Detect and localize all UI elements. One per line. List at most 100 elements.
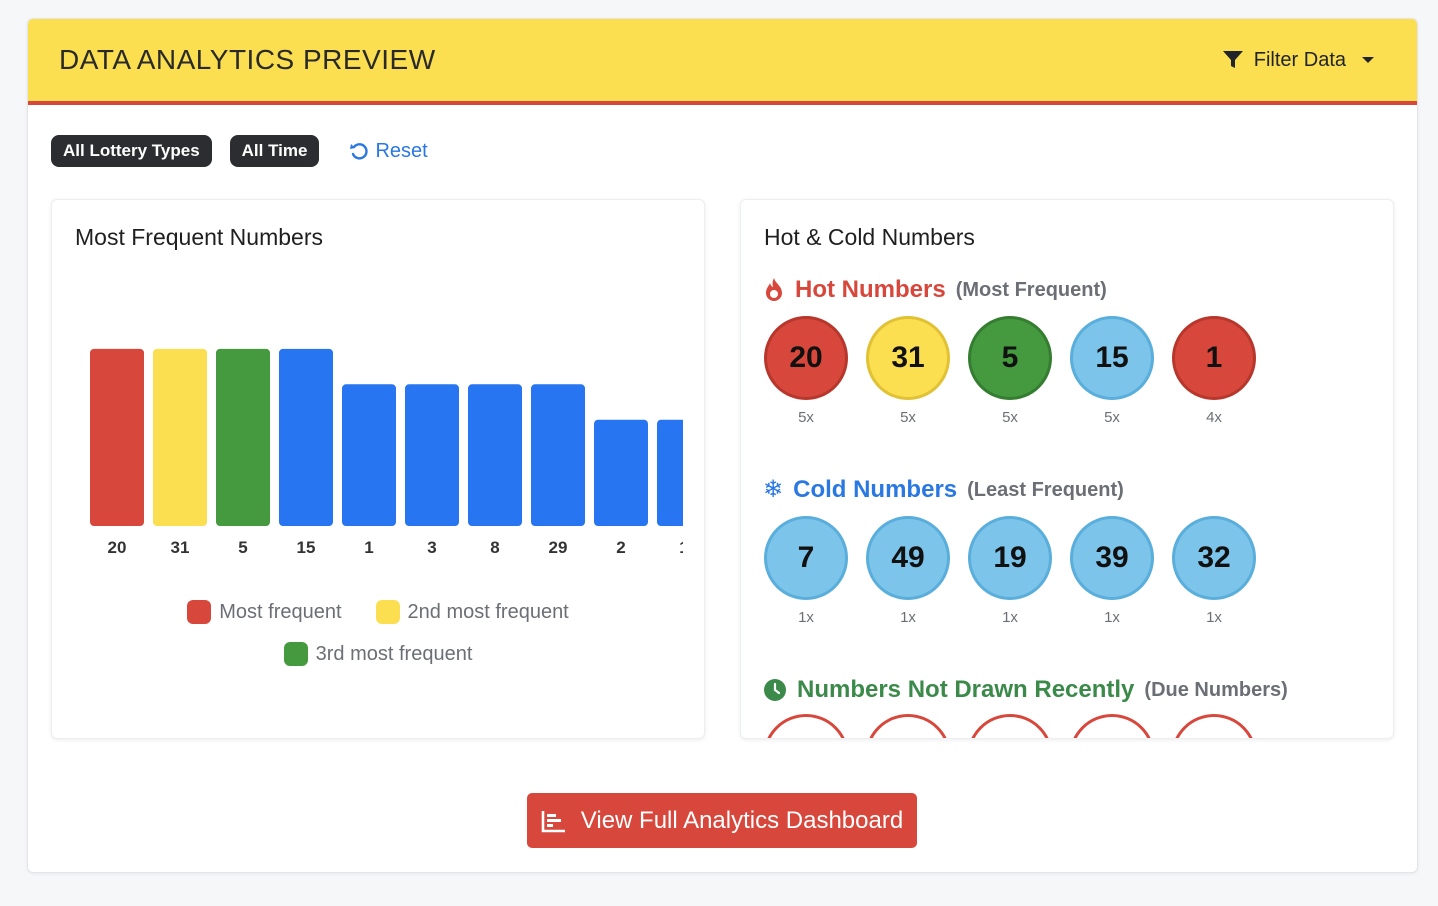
due-numbers-sub: (Due Numbers): [1144, 678, 1288, 701]
reset-icon: [350, 143, 369, 160]
hot-ball-item: 5 5x: [967, 316, 1053, 426]
reset-link[interactable]: Reset: [349, 139, 428, 163]
ball-count: 1x: [798, 609, 814, 626]
fire-icon: [766, 278, 782, 301]
bar-chart: 20 31 5 15 1 3 8 29 2 1: [90, 348, 683, 557]
bar-31: [153, 348, 207, 526]
hot-cold-title: Hot & Cold Numbers: [764, 224, 975, 250]
number-ball: 39: [1070, 516, 1154, 600]
funnel-icon: [1222, 51, 1243, 68]
ball-count: 5x: [798, 409, 814, 426]
number-ball: 1: [1172, 316, 1256, 400]
bar-label: 15: [297, 538, 316, 557]
due-ball: [1171, 714, 1257, 738]
ball-count: 5x: [900, 409, 916, 426]
bar-label: 31: [171, 538, 190, 557]
ball-count: 1x: [1002, 609, 1018, 626]
analytics-card: DATA ANALYTICS PREVIEW Filter Data All L…: [27, 18, 1418, 873]
card-header: DATA ANALYTICS PREVIEW Filter Data: [28, 19, 1417, 105]
bar-label: 8: [490, 538, 499, 557]
cold-numbers-sub: (Least Frequent): [967, 478, 1124, 501]
hot-numbers-sub: (Most Frequent): [955, 278, 1107, 301]
cold-numbers-label: Cold Numbers: [793, 476, 958, 503]
bar-label: 5: [238, 538, 247, 557]
frequent-numbers-panel: Most Frequent Numbers 20 31 5 15 1 3 8 29 2 1 Mos…: [51, 199, 705, 739]
ball-count: 5x: [1002, 409, 1018, 426]
cold-ball-item: 39 1x: [1069, 516, 1155, 626]
number-ball: 20: [764, 316, 848, 400]
cold-ball-item: 7 1x: [763, 516, 849, 626]
bar-8: [468, 384, 522, 526]
number-ball: 19: [968, 516, 1052, 600]
legend-label-third: 3rd most frequent: [315, 642, 473, 665]
chart-legend: Most frequent 2nd most frequent 3rd most…: [52, 600, 704, 684]
legend-swatch-green: [283, 642, 308, 666]
time-range-badge: All Time: [229, 135, 320, 167]
due-ball: [1069, 714, 1155, 738]
bar-3: [405, 384, 459, 526]
view-full-dashboard-label: View Full Analytics Dashboard: [580, 806, 904, 834]
page-title: DATA ANALYTICS PREVIEW: [59, 44, 436, 75]
lottery-type-badge: All Lottery Types: [51, 135, 212, 167]
legend-label-most: Most frequent: [219, 600, 342, 623]
cold-numbers-heading: ❄ Cold Numbers (Least Frequent): [763, 476, 1124, 504]
due-numbers-label: Numbers Not Drawn Recently: [797, 676, 1135, 703]
due-ball: [865, 714, 951, 738]
legend-label-second: 2nd most frequent: [407, 600, 569, 623]
number-ball: 7: [764, 516, 848, 600]
due-ball: [763, 714, 849, 738]
ball-count: 1x: [1104, 609, 1120, 626]
legend-swatch-red: [187, 600, 212, 624]
bar-1: [342, 384, 396, 526]
number-ball: 49: [866, 516, 950, 600]
cold-numbers-list: 7 1x 49 1x 19 1x 39 1x 32 1x: [763, 516, 1257, 626]
number-ball: 31: [866, 316, 950, 400]
cold-ball-item: 32 1x: [1171, 516, 1257, 626]
reset-label: Reset: [375, 139, 428, 162]
chevron-down-icon: [1362, 57, 1374, 63]
filter-data-label: Filter Data: [1253, 48, 1346, 71]
filter-chips: All Lottery Types All Time Reset: [51, 135, 428, 167]
number-ball: 5: [968, 316, 1052, 400]
bar-15: [279, 348, 333, 526]
cold-ball-item: 19 1x: [967, 516, 1053, 626]
ball-count: 1x: [1206, 609, 1222, 626]
filter-data-button[interactable]: Filter Data: [1222, 49, 1374, 72]
number-ball: 15: [1070, 316, 1154, 400]
hot-ball-item: 20 5x: [763, 316, 849, 426]
bar-label: 20: [108, 538, 127, 557]
bar-label: 1: [679, 538, 683, 557]
ball-count: 1x: [900, 609, 916, 626]
due-numbers-heading: Numbers Not Drawn Recently (Due Numbers): [763, 676, 1288, 704]
hot-numbers-list: 20 5x 31 5x 5 5x 15 5x 1 4x: [763, 316, 1257, 426]
legend-swatch-yellow: [375, 600, 400, 624]
bar-1: [657, 419, 683, 526]
view-full-dashboard-button[interactable]: View Full Analytics Dashboard: [527, 793, 917, 848]
hot-ball-item: 31 5x: [865, 316, 951, 426]
bar-chart-icon: [541, 810, 565, 832]
bar-5: [216, 348, 270, 526]
snowflake-icon: ❄: [763, 476, 784, 503]
clock-icon: [764, 679, 786, 701]
hot-numbers-label: Hot Numbers: [795, 276, 946, 303]
legend-item-second: 2nd most frequent: [375, 600, 569, 624]
cold-ball-item: 49 1x: [865, 516, 951, 626]
due-numbers-list: [763, 714, 1257, 738]
hot-ball-item: 1 4x: [1171, 316, 1257, 426]
number-ball: 32: [1172, 516, 1256, 600]
bar-label: 29: [549, 538, 568, 557]
bar-label: 2: [616, 538, 625, 557]
hot-ball-item: 15 5x: [1069, 316, 1155, 426]
legend-item-most: Most frequent: [187, 600, 342, 624]
bar-20: [90, 348, 144, 526]
ball-count: 5x: [1104, 409, 1120, 426]
bar-label: 1: [364, 538, 373, 557]
legend-item-third: 3rd most frequent: [283, 642, 473, 666]
hot-cold-panel: Hot & Cold Numbers Hot Numbers (Most Fre…: [740, 199, 1394, 739]
ball-count: 4x: [1206, 409, 1222, 426]
bar-label: 3: [427, 538, 436, 557]
bar-2: [594, 419, 648, 526]
bar-29: [531, 384, 585, 526]
due-ball: [967, 714, 1053, 738]
hot-numbers-heading: Hot Numbers (Most Frequent): [763, 276, 1107, 304]
